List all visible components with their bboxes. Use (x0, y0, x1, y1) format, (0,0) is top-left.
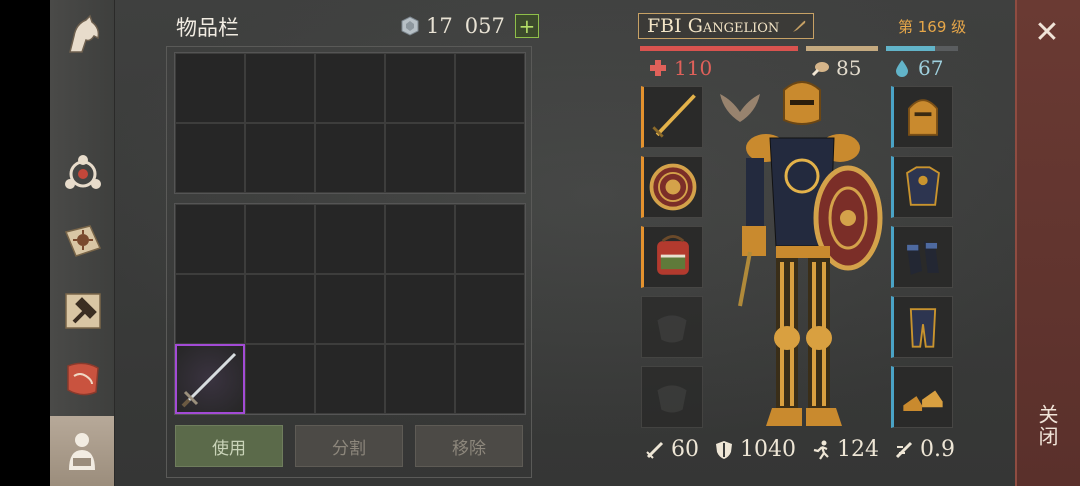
inventory-slot-sword[interactable] (175, 344, 245, 414)
inventory-grid-bottom (174, 203, 526, 415)
health-bar (640, 46, 798, 51)
use-button[interactable]: 使用 (175, 425, 283, 467)
knight-character-model (738, 81, 883, 426)
currency-display: 17 057 + (400, 12, 539, 40)
inventory-slot[interactable] (175, 123, 245, 193)
inventory-slot[interactable] (455, 274, 525, 344)
water-value: 67 (918, 56, 944, 80)
skills-book-icon[interactable] (56, 214, 110, 268)
inventory-slot[interactable] (245, 274, 315, 344)
defense-value: 1040 (740, 437, 796, 462)
inventory-slot[interactable] (245, 204, 315, 274)
shield-defense-icon (716, 440, 732, 459)
running-figure-icon (813, 440, 829, 460)
remove-button[interactable]: 移除 (415, 425, 523, 467)
coin-icon (401, 16, 419, 36)
equip-slot-empty-1[interactable] (641, 296, 703, 358)
boots-icon (903, 390, 943, 412)
coin-count: 17 (426, 14, 453, 38)
inventory-slot[interactable] (385, 274, 455, 344)
inventory-slot[interactable] (315, 204, 385, 274)
inventory-grid-top (174, 52, 526, 194)
equip-slot-weapon[interactable] (641, 86, 703, 148)
chest-armor-icon (906, 166, 940, 206)
empty-slot-icon (657, 315, 687, 343)
meat-icon (811, 62, 829, 77)
gauntlets-icon (907, 241, 939, 275)
screen-edge (0, 0, 50, 486)
inventory-slot[interactable] (455, 204, 525, 274)
combat-stats: 60 1040 124 0.9 (644, 437, 955, 462)
inventory-title: 物品栏 (176, 16, 239, 40)
defense-stat: 1040 (713, 437, 796, 462)
inventory-slot[interactable] (315, 123, 385, 193)
inventory-slot[interactable] (385, 204, 455, 274)
inventory-slot[interactable] (455, 123, 525, 193)
inventory-slot[interactable] (455, 53, 525, 123)
equip-slot-empty-2[interactable] (641, 366, 703, 428)
inventory-slot[interactable] (245, 344, 315, 414)
horse-icon[interactable] (56, 8, 110, 62)
quill-edit-icon[interactable] (791, 18, 807, 34)
inventory-slot[interactable] (315, 53, 385, 123)
inventory-slot[interactable] (385, 53, 455, 123)
sword-attack-icon (646, 441, 664, 459)
backpack-icon (657, 235, 689, 275)
clan-icon[interactable] (56, 146, 110, 200)
scroll-map-icon[interactable] (56, 352, 110, 406)
empty-slot-icon (657, 385, 687, 413)
attack-value: 60 (671, 437, 699, 462)
inventory-slot[interactable] (245, 53, 315, 123)
sword-icon (181, 352, 237, 408)
inventory-slot[interactable] (385, 123, 455, 193)
crafting-hammer-icon[interactable] (56, 284, 110, 338)
golden-sword-icon (652, 94, 696, 138)
crit-stat: 0.9 (893, 437, 955, 462)
equip-slot-backpack[interactable] (641, 226, 703, 288)
water-bar-fill (886, 46, 935, 51)
character-name-box[interactable]: FBI Gangelion (638, 13, 814, 39)
water-bar (886, 46, 958, 51)
crossed-sword-icon (895, 441, 913, 458)
speed-stat: 124 (810, 437, 879, 462)
coin-count-secondary: 057 (464, 14, 505, 38)
inventory-slot[interactable] (175, 274, 245, 344)
inventory-slot[interactable] (385, 344, 455, 414)
water-drop-icon (896, 60, 908, 77)
great-helm-icon (908, 99, 938, 136)
leg-armor-icon (909, 308, 937, 348)
character-name: FBI Gangelion (647, 15, 780, 37)
water-stat: 67 (892, 56, 943, 80)
health-cross-icon (650, 60, 666, 76)
add-currency-button[interactable]: + (514, 14, 539, 38)
sidebar (50, 0, 115, 486)
inventory-slot[interactable] (175, 204, 245, 274)
equip-slot-boots[interactable] (891, 366, 953, 428)
equip-slot-helmet[interactable] (891, 86, 953, 148)
inventory-slot[interactable] (175, 53, 245, 123)
close-icon[interactable]: ✕ (1032, 18, 1062, 48)
equip-slot-chest[interactable] (891, 156, 953, 218)
crit-value: 0.9 (920, 437, 955, 462)
food-bar (806, 46, 878, 51)
character-equipment-icon[interactable] (50, 416, 114, 486)
speed-value: 124 (837, 437, 879, 462)
inventory-slot[interactable] (245, 123, 315, 193)
inventory-slot[interactable] (455, 344, 525, 414)
equip-slot-legs[interactable] (891, 296, 953, 358)
inventory-slot[interactable] (315, 344, 385, 414)
inventory-slot[interactable] (315, 274, 385, 344)
equip-slot-gloves[interactable] (891, 226, 953, 288)
character-level: 第 169 级 (898, 18, 967, 36)
health-stat: 110 (648, 56, 712, 80)
close-label[interactable]: 关闭 (1034, 404, 1062, 448)
split-button[interactable]: 分割 (295, 425, 403, 467)
food-bar-fill (806, 46, 878, 51)
equip-slot-shield[interactable] (641, 156, 703, 218)
health-value: 110 (674, 56, 713, 80)
round-shield-icon (649, 163, 697, 211)
attack-stat: 60 (644, 437, 699, 462)
